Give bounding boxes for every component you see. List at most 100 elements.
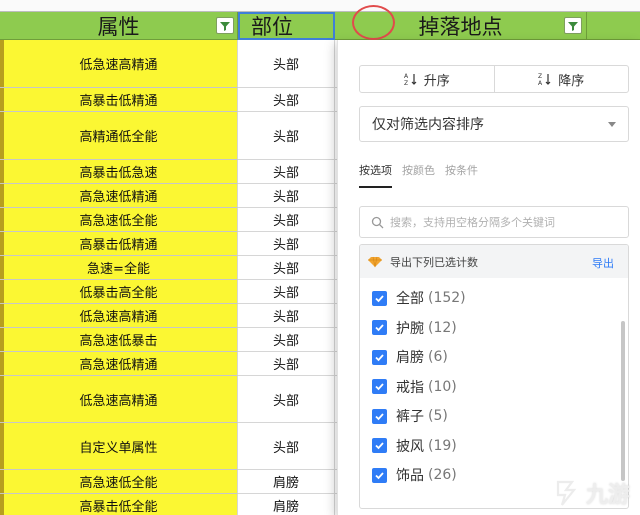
header-attribute[interactable]: 属性 [0, 12, 238, 40]
option-label: 全部 [396, 291, 424, 307]
export-label: 导出下列已选计数 [390, 255, 478, 269]
filter-option[interactable]: 披风 (19) [372, 436, 457, 456]
position-cell[interactable]: 头部 [238, 304, 335, 328]
filter-icon [568, 21, 578, 31]
position-cell[interactable]: 头部 [238, 376, 335, 423]
sort-ascending-icon: A Z [404, 73, 417, 86]
tab-by-option[interactable]: 按选项 [359, 162, 392, 188]
position-cell[interactable]: 头部 [238, 280, 335, 304]
tab-by-condition[interactable]: 按条件 [445, 162, 478, 188]
header-position[interactable]: 部位 [238, 12, 381, 40]
watermark-logo-icon [556, 480, 577, 506]
row-marker [0, 88, 4, 111]
position-value: 头部 [272, 94, 299, 109]
attribute-cell[interactable]: 低急速高精通 [0, 376, 238, 423]
option-label: 护腕 [396, 320, 424, 337]
attribute-cell[interactable]: 高急速低全能 [0, 470, 238, 494]
option-count: (12) [428, 319, 457, 336]
checkbox-checked-icon[interactable] [372, 349, 387, 365]
attribute-value: 高暴击低全能 [79, 500, 158, 515]
option-label: 裤子 [396, 409, 424, 425]
position-cell[interactable]: 头部 [238, 232, 335, 256]
search-placeholder: 搜索，支持用空格分隔多个关键词 [390, 216, 555, 229]
attribute-cell[interactable]: 高暴击低精通 [0, 232, 238, 256]
checkbox-checked-icon[interactable] [372, 438, 387, 453]
sort-ascending-button[interactable]: A Z 升序 [360, 66, 494, 92]
position-cell[interactable]: 头部 [238, 40, 335, 88]
attribute-value: 高精通低全能 [79, 130, 158, 145]
position-value: 头部 [272, 130, 299, 145]
row-marker [0, 423, 4, 469]
position-cell[interactable]: 头部 [238, 423, 335, 470]
row-marker [0, 376, 4, 422]
position-value: 头部 [272, 440, 299, 456]
option-count: (10) [428, 378, 457, 395]
watermark-text: 九游 [585, 482, 630, 508]
sort-scope-select[interactable]: 仅对筛选内容排序 [359, 106, 629, 142]
filter-option[interactable]: 全部 (152) [372, 288, 466, 308]
checkbox-checked-icon[interactable] [372, 408, 387, 424]
position-cell[interactable]: 肩膀 [238, 470, 335, 494]
position-cell[interactable]: 肩膀 [238, 494, 335, 515]
position-value: 头部 [272, 334, 299, 349]
highlight-circle [352, 5, 395, 40]
filter-icon [220, 21, 230, 31]
attribute-cell[interactable]: 高精通低全能 [0, 112, 238, 160]
filter-option[interactable]: 肩膀 (6) [372, 347, 448, 367]
row-marker [0, 40, 4, 87]
scrollbar[interactable] [621, 321, 625, 481]
position-value: 肩膀 [272, 500, 299, 515]
sort-ascending-label: 升序 [423, 73, 450, 89]
attribute-cell[interactable]: 高急速低暴击 [0, 328, 238, 352]
attribute-cell[interactable]: 高暴击低急速 [0, 160, 238, 184]
position-cell[interactable]: 头部 [238, 328, 335, 352]
drop-location-filter-button[interactable] [564, 17, 582, 34]
position-cell[interactable]: 头部 [238, 112, 335, 160]
position-cell[interactable]: 头部 [238, 256, 335, 280]
filter-option[interactable]: 裤子 (5) [372, 406, 448, 426]
row-marker [0, 352, 4, 375]
filter-option[interactable]: 戒指 (10) [372, 377, 457, 397]
position-cell[interactable]: 头部 [238, 352, 335, 376]
row-marker [0, 494, 4, 515]
attribute-cell[interactable]: 急速=全能 [0, 256, 238, 280]
attribute-cell[interactable]: 低急速高精通 [0, 40, 238, 88]
attribute-cell[interactable]: 自定义单属性 [0, 423, 238, 470]
header-position-label: 部位 [251, 14, 293, 39]
sort-descending-button[interactable]: Z A 降序 [493, 66, 629, 92]
position-value: 头部 [272, 190, 299, 205]
attribute-cell[interactable]: 高暴击低全能 [0, 494, 238, 515]
attribute-value: 低暴击高全能 [79, 286, 158, 301]
svg-text:Z: Z [404, 80, 408, 86]
attribute-cell[interactable]: 高暴击低精通 [0, 88, 238, 112]
search-input[interactable]: 搜索，支持用空格分隔多个关键词 [359, 206, 629, 238]
position-value: 头部 [272, 262, 299, 277]
attribute-value: 低急速高精通 [79, 310, 158, 325]
attribute-cell[interactable]: 高急速低精通 [0, 352, 238, 376]
checkbox-checked-icon[interactable] [372, 320, 387, 335]
attribute-value: 高暴击低急速 [79, 166, 158, 181]
position-cell[interactable]: 头部 [238, 160, 335, 184]
attribute-cell[interactable]: 高急速低精通 [0, 184, 238, 208]
position-cell[interactable]: 头部 [238, 184, 335, 208]
option-count: (26) [428, 467, 457, 483]
filter-panel: A Z 升序 Z A 降序 仅对筛选内容排序 按选项 按颜色 按条件 搜索，支持 [337, 40, 640, 515]
row-marker [0, 208, 4, 231]
previous-row-edge [0, 0, 640, 12]
attribute-cell[interactable]: 高急速低全能 [0, 208, 238, 232]
position-cell[interactable]: 头部 [238, 208, 335, 232]
row-marker [0, 184, 4, 207]
attribute-cell[interactable]: 低暴击高全能 [0, 280, 238, 304]
option-count: (19) [428, 437, 457, 454]
filter-option[interactable]: 护腕 (12) [372, 318, 457, 338]
position-cell[interactable]: 头部 [238, 88, 335, 112]
attribute-cell[interactable]: 低急速高精通 [0, 304, 238, 328]
checkbox-checked-icon[interactable] [372, 467, 387, 483]
attribute-filter-button[interactable] [216, 17, 234, 34]
checkbox-checked-icon[interactable] [372, 290, 387, 306]
checkbox-checked-icon[interactable] [372, 379, 387, 394]
export-link[interactable]: 导出 [592, 255, 614, 271]
option-label: 披风 [396, 438, 424, 455]
filter-option[interactable]: 饰品 (26) [372, 465, 457, 485]
tab-by-color[interactable]: 按颜色 [402, 162, 435, 188]
